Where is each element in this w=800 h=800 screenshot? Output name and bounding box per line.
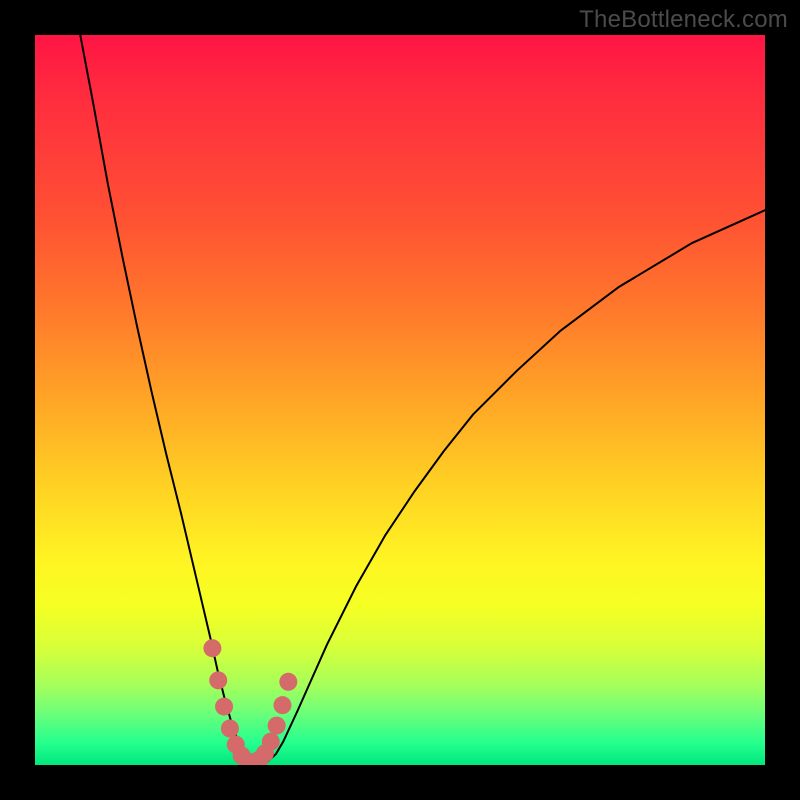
optimal-zone-marker xyxy=(203,639,297,765)
chart-svg xyxy=(35,35,765,765)
watermark-text: TheBottleneck.com xyxy=(579,6,788,34)
marker-point xyxy=(273,696,291,714)
bottleneck-curve xyxy=(80,35,765,763)
marker-point xyxy=(221,720,239,738)
marker-point xyxy=(209,671,227,689)
marker-point xyxy=(215,698,233,716)
marker-point xyxy=(262,733,280,751)
marker-point xyxy=(203,639,221,657)
chart-frame: TheBottleneck.com xyxy=(0,0,800,800)
plot-area xyxy=(35,35,765,765)
marker-point xyxy=(268,717,286,735)
marker-point xyxy=(279,673,297,691)
